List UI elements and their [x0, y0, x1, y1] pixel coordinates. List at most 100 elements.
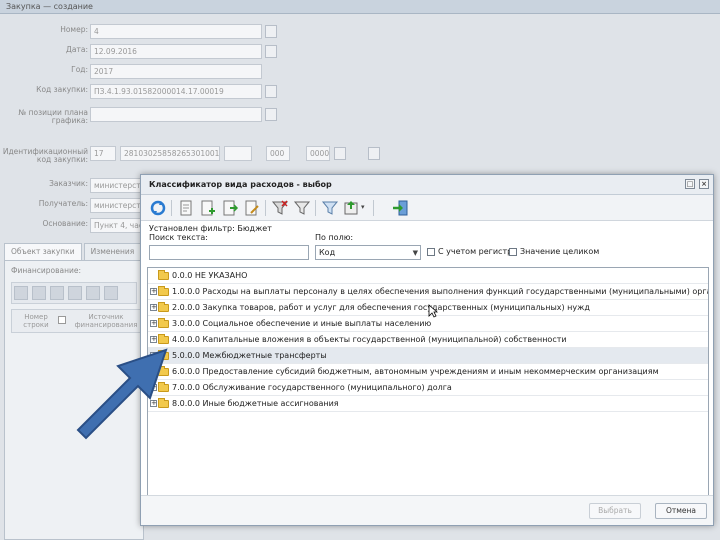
- search-label: Поиск текста:: [149, 233, 208, 242]
- tab-changes[interactable]: Изменения: [83, 243, 142, 260]
- purchase-code-label: Код закупки:: [36, 85, 88, 94]
- close-icon[interactable]: ×: [699, 179, 709, 189]
- add-copy-icon[interactable]: [32, 286, 46, 300]
- date-field[interactable]: 12.09.2016: [90, 44, 262, 59]
- field-select-value: Код: [319, 248, 336, 257]
- dialog-titlebar: Классификатор вида расходов - выбор □ ×: [141, 175, 713, 195]
- add-icon[interactable]: [14, 286, 28, 300]
- purchase-code-row: Код закупки: ПЗ.4.1.93.01582000014.17.00…: [0, 84, 720, 100]
- tree-row[interactable]: +3.0.0.0 Социальное обеспечение и иные в…: [148, 316, 708, 332]
- exit-icon[interactable]: [391, 199, 409, 217]
- case-sensitive-checkbox[interactable]: [427, 248, 435, 256]
- ikz-main-field[interactable]: 281030258582653010010: [120, 146, 220, 161]
- toolbar-separator: [315, 200, 316, 216]
- schedule-position-field[interactable]: [90, 107, 262, 122]
- tree-row[interactable]: +6.0.0.0 Предоставление субсидий бюджетн…: [148, 364, 708, 380]
- tree-row[interactable]: +1.0.0.0 Расходы на выплаты персоналу в …: [148, 284, 708, 300]
- tab-strip: Объект закупки Изменения: [4, 243, 144, 260]
- expand-toggle-icon[interactable]: +: [150, 320, 157, 327]
- tab-purchase-object[interactable]: Объект закупки: [4, 243, 82, 260]
- folder-icon: [158, 286, 169, 296]
- maximize-icon[interactable]: □: [685, 179, 695, 189]
- edit-record-icon[interactable]: [243, 199, 261, 217]
- tree-row-label: 6.0.0.0 Предоставление субсидий бюджетны…: [172, 367, 659, 376]
- col-row-number: Номер строки: [23, 313, 49, 329]
- search-input[interactable]: [149, 245, 309, 260]
- ikz-lookup-button[interactable]: [334, 147, 346, 160]
- edit-icon[interactable]: [50, 286, 64, 300]
- funding-toolbar: [11, 282, 137, 304]
- purchase-code-field[interactable]: ПЗ.4.1.93.01582000014.17.00019: [90, 84, 262, 99]
- field-select[interactable]: Код ▼: [315, 245, 421, 260]
- open-record-icon[interactable]: [177, 199, 195, 217]
- year-field[interactable]: 2017: [90, 64, 262, 79]
- ikz-extra-field[interactable]: [224, 146, 252, 161]
- tree-row-label: 2.0.0.0 Закупка товаров, работ и услуг д…: [172, 303, 590, 312]
- schedule-position-label: № позиции плана графика:: [18, 108, 88, 125]
- folder-icon: [158, 302, 169, 312]
- by-field-label: По полю:: [315, 233, 354, 242]
- ikz-code-a-field[interactable]: 000: [266, 146, 290, 161]
- tree-row-label: 4.0.0.0 Капитальные вложения в объекты г…: [172, 335, 567, 344]
- tree-row-label: 7.0.0.0 Обслуживание государственного (м…: [172, 383, 452, 392]
- pointer-arrow-annotation: [76, 348, 168, 440]
- mouse-cursor-icon: [428, 304, 438, 318]
- calendar-icon[interactable]: [265, 45, 277, 58]
- number-edit-button[interactable]: [265, 25, 277, 38]
- year-row: Год: 2017: [0, 64, 720, 80]
- filter-icon[interactable]: [293, 199, 311, 217]
- select-all-checkbox[interactable]: [58, 316, 66, 324]
- tree-row[interactable]: +8.0.0.0 Иные бюджетные ассигнования: [148, 396, 708, 412]
- dialog-footer: Выбрать Отмена: [141, 495, 713, 525]
- toolbar-separator: [265, 200, 266, 216]
- search-labels: Поиск текста: По полю:: [141, 233, 713, 244]
- purchase-code-button[interactable]: [265, 85, 277, 98]
- ikz-lookup-button-2[interactable]: [368, 147, 380, 160]
- delete-icon[interactable]: [86, 286, 100, 300]
- ikz-label: Идентификационный код закупки:: [2, 147, 88, 164]
- whole-value-checkbox[interactable]: [509, 248, 517, 256]
- basis-label: Основание:: [42, 219, 88, 228]
- folder-icon: [158, 270, 169, 280]
- toolbar-separator: [373, 200, 374, 216]
- tree-row[interactable]: 0.0.0 НЕ УКАЗАНО: [148, 268, 708, 284]
- export-menu-icon[interactable]: [343, 199, 361, 217]
- tree-row-label: 8.0.0.0 Иные бюджетные ассигнования: [172, 399, 339, 408]
- date-label: Дата:: [66, 45, 88, 54]
- ikz-code-b-field[interactable]: 0000: [306, 146, 330, 161]
- expand-toggle-icon[interactable]: +: [150, 304, 157, 311]
- funding-title: Финансирование:: [11, 266, 82, 275]
- tree-row[interactable]: +5.0.0.0 Межбюджетные трансферты: [148, 348, 708, 364]
- chevron-down-icon[interactable]: ▼: [413, 249, 418, 257]
- tree-row[interactable]: +7.0.0.0 Обслуживание государственного (…: [148, 380, 708, 396]
- select-button[interactable]: Выбрать: [589, 503, 641, 519]
- tree-row-label: 1.0.0.0 Расходы на выплаты персоналу в ц…: [172, 287, 708, 296]
- chevron-down-icon[interactable]: ▾: [361, 203, 365, 211]
- funnel-icon[interactable]: [321, 199, 339, 217]
- number-field[interactable]: 4: [90, 24, 262, 39]
- filter-clear-icon[interactable]: [271, 199, 289, 217]
- toolbar-separator: [171, 200, 172, 216]
- year-label: Год:: [71, 65, 88, 74]
- number-label: Номер:: [60, 25, 88, 34]
- ikz-row: Идентификационный код закупки: 17 281030…: [0, 146, 720, 164]
- copy-icon[interactable]: [68, 286, 82, 300]
- ikz-prefix-field[interactable]: 17: [90, 146, 116, 161]
- dialog-title: Классификатор вида расходов - выбор: [149, 180, 332, 189]
- add-child-record-icon[interactable]: [221, 199, 239, 217]
- expand-toggle-icon[interactable]: +: [150, 288, 157, 295]
- tree-row-label: 0.0.0 НЕ УКАЗАНО: [172, 271, 248, 280]
- cancel-button[interactable]: Отмена: [655, 503, 707, 519]
- add-record-icon[interactable]: [199, 199, 217, 217]
- number-row: Номер: 4: [0, 24, 720, 40]
- tree-row[interactable]: +4.0.0.0 Капитальные вложения в объекты …: [148, 332, 708, 348]
- settings-icon[interactable]: [104, 286, 118, 300]
- filter-status: Установлен фильтр: Бюджет: [149, 224, 272, 233]
- schedule-position-button[interactable]: [265, 108, 277, 121]
- refresh-icon[interactable]: [149, 199, 167, 217]
- window-title: Закупка — создание: [0, 0, 720, 14]
- customer-label: Заказчик:: [49, 179, 88, 188]
- dialog-toolbar: ▾: [141, 195, 713, 221]
- search-row: Код ▼ С учетом регистра Значение целиком: [141, 244, 713, 262]
- whole-value-label: Значение целиком: [520, 247, 600, 256]
